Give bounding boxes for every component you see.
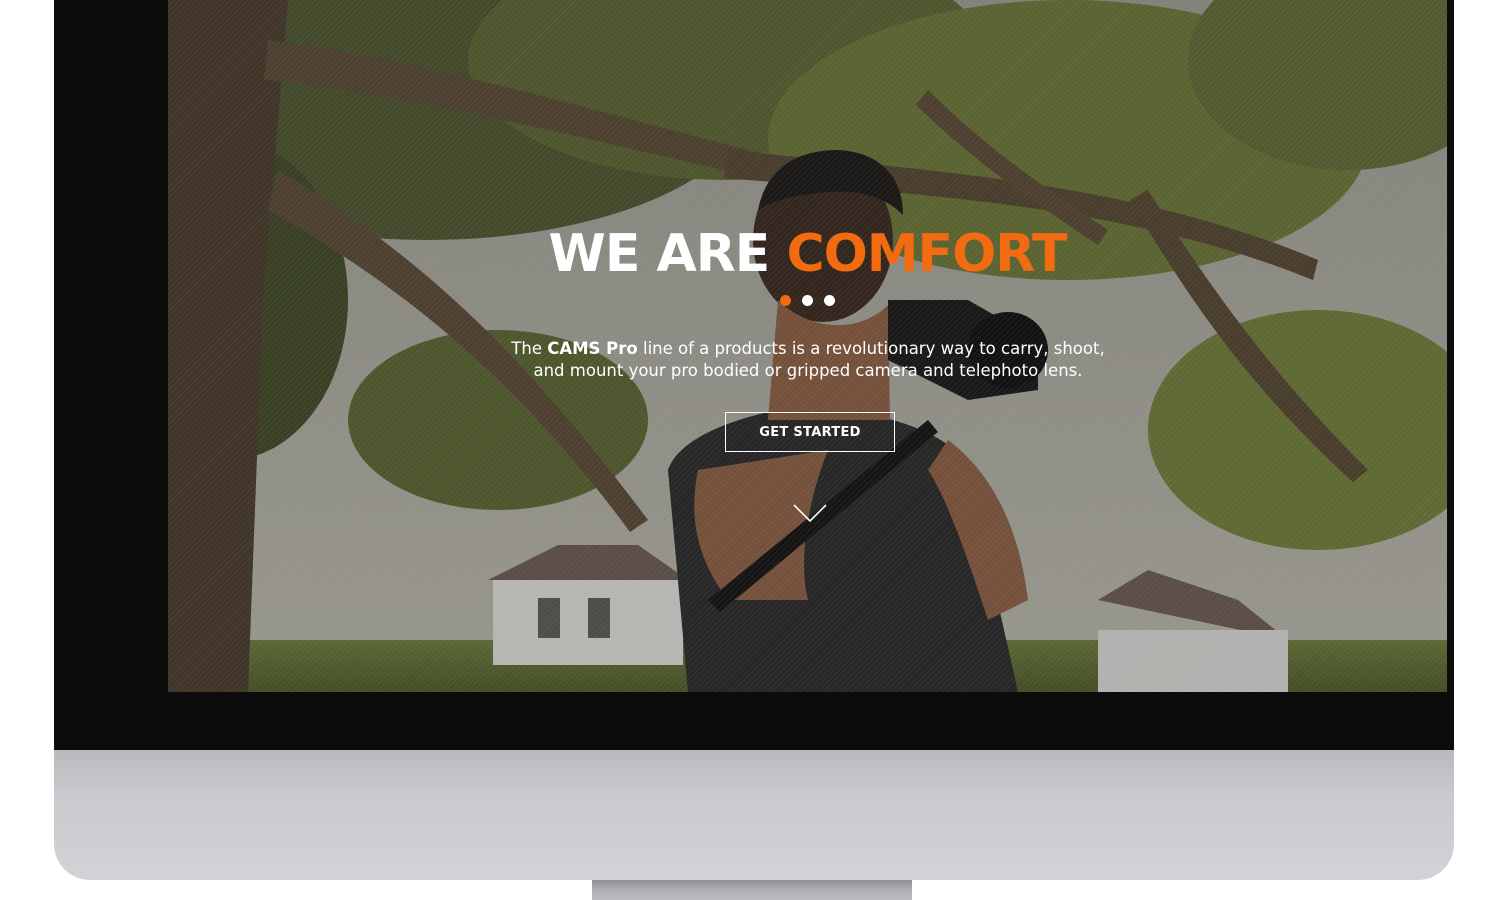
hero-description-brand: CAMS Pro bbox=[547, 339, 638, 358]
hero-section: WE ARE COMFORT The CAMS Pro line of a pr… bbox=[168, 0, 1447, 692]
hero-title: WE ARE COMFORT bbox=[168, 223, 1447, 285]
get-started-button[interactable]: GET STARTED bbox=[725, 412, 895, 452]
slider-dots bbox=[168, 295, 1447, 306]
slider-dot-1[interactable] bbox=[780, 295, 791, 306]
hero-title-accent: COMFORT bbox=[786, 224, 1067, 284]
monitor-stand bbox=[592, 880, 912, 900]
hero-description-line2: and mount your pro bodied or gripped cam… bbox=[533, 361, 1083, 380]
chevron-down-icon[interactable] bbox=[792, 502, 828, 524]
slider-dot-3[interactable] bbox=[824, 295, 835, 306]
monitor-frame: WE ARE COMFORT The CAMS Pro line of a pr… bbox=[54, 0, 1454, 880]
hero-description-pre: The bbox=[511, 339, 542, 358]
monitor-chin bbox=[54, 750, 1454, 880]
hero-description: The CAMS Pro line of a products is a rev… bbox=[458, 338, 1158, 382]
slider-dot-2[interactable] bbox=[802, 295, 813, 306]
hero-description-line1: line of a products is a revolutionary wa… bbox=[643, 339, 1105, 358]
hero-title-white: WE ARE bbox=[548, 224, 771, 284]
